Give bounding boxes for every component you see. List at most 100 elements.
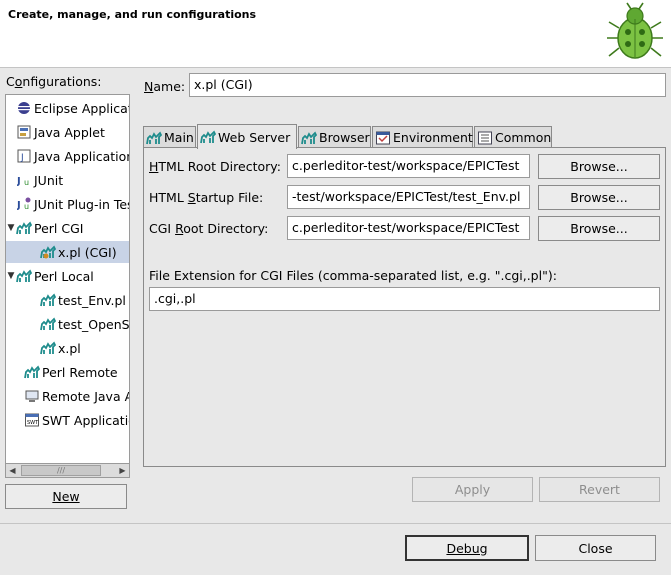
tab-label: Main: [164, 130, 194, 145]
scroll-thumb[interactable]: ///: [21, 465, 101, 476]
revert-button[interactable]: Revert: [539, 477, 660, 502]
tree-item-test-env-pl[interactable]: test_Env.pl: [6, 289, 129, 311]
tree-item-label: Eclipse Application: [34, 100, 129, 116]
browse-label: Browse...: [570, 159, 628, 174]
svg-text:SWT: SWT: [27, 420, 39, 426]
bug-logo-icon: [607, 2, 663, 59]
java-applet-icon: [16, 124, 32, 140]
cgi-root-label: CGI Root Directory:: [149, 221, 269, 236]
tab-environment[interactable]: Environment: [372, 126, 473, 148]
browse-label: Browse...: [570, 221, 628, 236]
tree-item-label: test_Env.pl: [58, 292, 126, 308]
perl-camel-icon: [16, 220, 32, 236]
tab-label: Environment: [393, 130, 473, 145]
swt-icon: SWT: [24, 412, 40, 428]
svg-text:u: u: [24, 202, 29, 211]
configurations-label: Configurations:: [6, 74, 102, 89]
java-application-icon: J: [16, 148, 32, 164]
cgi-root-browse-button[interactable]: Browse...: [538, 216, 660, 241]
junit-plugin-icon: Ju: [16, 196, 32, 212]
tree-item-swt-application[interactable]: SWT SWT Application: [6, 409, 129, 431]
tree-item-label: Perl CGI: [34, 220, 84, 236]
common-icon: [477, 130, 493, 146]
html-startup-input[interactable]: -test/workspace/EPICTest/test_Env.pl: [287, 185, 530, 209]
perl-camel-icon: [146, 130, 162, 146]
cgi-root-input[interactable]: c.perleditor-test/workspace/EPICTest: [287, 216, 530, 240]
close-label: Close: [578, 540, 613, 556]
tree-item-label: JUnit: [34, 172, 64, 188]
environment-icon: [375, 130, 391, 146]
html-root-input[interactable]: c.perleditor-test/workspace/EPICTest: [287, 154, 530, 178]
apply-label: Apply: [454, 482, 491, 497]
debug-button[interactable]: Debug: [405, 535, 529, 561]
tree-item-test-opensocket-pl[interactable]: test_OpenSocket.pl: [6, 313, 130, 335]
tab-web-server[interactable]: Web Server: [197, 124, 297, 149]
banner-title: Create, manage, and run configurations: [8, 8, 257, 21]
revert-label: Revert: [579, 482, 620, 497]
tab-browser[interactable]: Browser: [298, 126, 371, 148]
junit-icon: Ju: [16, 172, 32, 188]
name-input[interactable]: x.pl (CGI): [189, 73, 666, 97]
tree-item-java-application[interactable]: J Java Application: [6, 145, 130, 167]
tab-label: Common: [495, 130, 552, 145]
tree-item-eclipse-application[interactable]: Eclipse Application: [6, 97, 129, 119]
debug-label: Debug: [446, 540, 488, 556]
tree-item-perl-local[interactable]: ▼ Perl Local: [6, 265, 129, 287]
tab-label: Web Server: [218, 129, 291, 145]
perl-camel-icon: [24, 364, 40, 380]
perl-camel-icon: [40, 340, 56, 356]
html-root-browse-button[interactable]: Browse...: [538, 154, 660, 179]
close-button[interactable]: Close: [535, 535, 656, 561]
tab-common[interactable]: Common: [474, 126, 552, 148]
tab-main[interactable]: Main: [143, 126, 196, 148]
html-root-label: HTML Root Directory:: [149, 159, 281, 174]
scroll-right-icon[interactable]: ▶: [116, 464, 129, 477]
svg-text:J: J: [20, 153, 24, 163]
tree-item-label: x.pl (CGI): [58, 244, 117, 260]
tree-item-label: Java Applet: [34, 124, 105, 140]
tree-item-label: JUnit Plug-in Test: [34, 196, 130, 212]
perl-camel-icon: [40, 292, 56, 308]
tree-item-label: test_OpenSocket.pl: [58, 316, 130, 332]
tree-item-junit-plugin-test[interactable]: Ju JUnit Plug-in Test: [6, 193, 130, 215]
tree-item-java-applet[interactable]: Java Applet: [6, 121, 129, 143]
perl-camel-icon: [16, 268, 32, 284]
configurations-tree[interactable]: Eclipse Application Java Applet J Java A…: [5, 94, 130, 477]
perl-camel-icon: [40, 316, 56, 332]
new-button-label: New: [52, 489, 80, 504]
tree-item-x-pl-cgi[interactable]: x.pl (CGI): [6, 241, 129, 263]
apply-button[interactable]: Apply: [412, 477, 533, 502]
tree-item-perl-cgi[interactable]: ▼ Perl CGI: [6, 217, 129, 239]
html-startup-label: HTML Startup File:: [149, 190, 264, 205]
remote-java-icon: [24, 388, 40, 404]
tree-item-label: Remote Java Application: [42, 388, 129, 404]
tree-item-label: Java Application: [34, 148, 130, 164]
svg-text:J: J: [17, 176, 21, 187]
tree-item-perl-remote[interactable]: Perl Remote: [6, 361, 129, 383]
tree-item-label: Perl Remote: [42, 364, 118, 380]
perl-camel-icon: [301, 130, 317, 146]
perl-camel-icon: [200, 129, 216, 145]
tree-item-junit[interactable]: Ju JUnit: [6, 169, 129, 191]
dialog-separator: [0, 523, 671, 524]
svg-text:u: u: [24, 178, 29, 187]
scroll-left-icon[interactable]: ◀: [6, 464, 19, 477]
new-button[interactable]: New: [5, 484, 127, 509]
dialog-banner: Create, manage, and run configurations: [0, 0, 671, 68]
tab-label: Browser: [319, 130, 370, 145]
name-label: Name:: [144, 79, 186, 94]
html-startup-browse-button[interactable]: Browse...: [538, 185, 660, 210]
tree-item-remote-java-application[interactable]: Remote Java Application: [6, 385, 129, 407]
file-extension-input[interactable]: .cgi,.pl: [149, 287, 660, 311]
tree-item-x-pl[interactable]: x.pl: [6, 337, 129, 359]
tree-item-label: SWT Application: [42, 412, 129, 428]
eclipse-icon: [16, 100, 32, 116]
svg-text:J: J: [17, 200, 21, 211]
perl-camel-icon: [40, 244, 56, 260]
tree-horizontal-scrollbar[interactable]: ◀ /// ▶: [5, 463, 130, 478]
chevron-down-icon[interactable]: ▼: [6, 223, 16, 233]
tree-item-label: Perl Local: [34, 268, 94, 284]
chevron-down-icon[interactable]: ▼: [6, 271, 16, 281]
tree-item-label: x.pl: [58, 340, 81, 356]
browse-label: Browse...: [570, 190, 628, 205]
